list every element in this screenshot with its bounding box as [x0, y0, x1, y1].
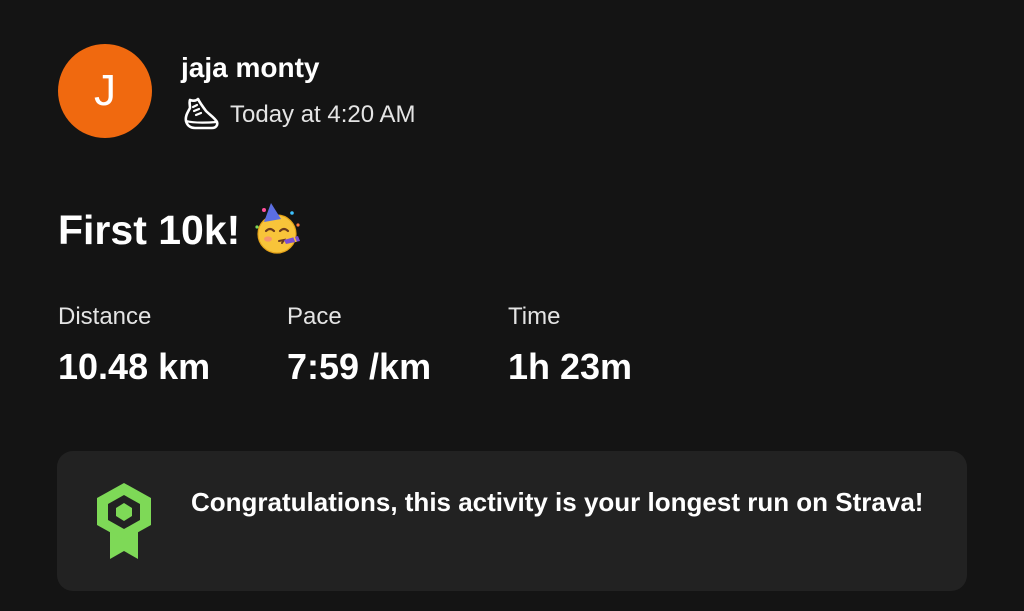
achievement-message: Congratulations, this activity is your l…	[191, 487, 924, 517]
achievement-ribbon-icon	[97, 483, 151, 559]
stat-time-label: Time	[508, 303, 561, 330]
avatar-initial: J	[94, 66, 116, 115]
athlete-name[interactable]: jaja monty	[181, 50, 319, 86]
partying-face-emoji-icon	[255, 203, 301, 254]
stat-distance-label: Distance	[58, 303, 152, 330]
running-shoe-icon	[184, 97, 219, 130]
avatar[interactable]: J	[58, 44, 152, 138]
activity-title-text: First 10k!	[58, 207, 241, 253]
activity-title[interactable]: First 10k!	[58, 203, 304, 257]
stat-time: Time 1h 23m	[508, 302, 632, 387]
activity-timestamp: Today at 4:20 AM	[230, 101, 416, 128]
stat-pace: Pace 7:59 /km	[287, 302, 431, 387]
stat-pace-label: Pace	[287, 303, 342, 330]
achievement-card[interactable]: Congratulations, this activity is your l…	[57, 451, 967, 591]
stat-distance: Distance 10.48 km	[58, 302, 210, 387]
stat-pace-value: 7:59 /km	[287, 346, 432, 387]
stat-distance-value: 10.48 km	[58, 346, 211, 387]
activity-meta: Today at 4:20 AM	[181, 96, 415, 134]
stat-time-value: 1h 23m	[508, 346, 633, 387]
